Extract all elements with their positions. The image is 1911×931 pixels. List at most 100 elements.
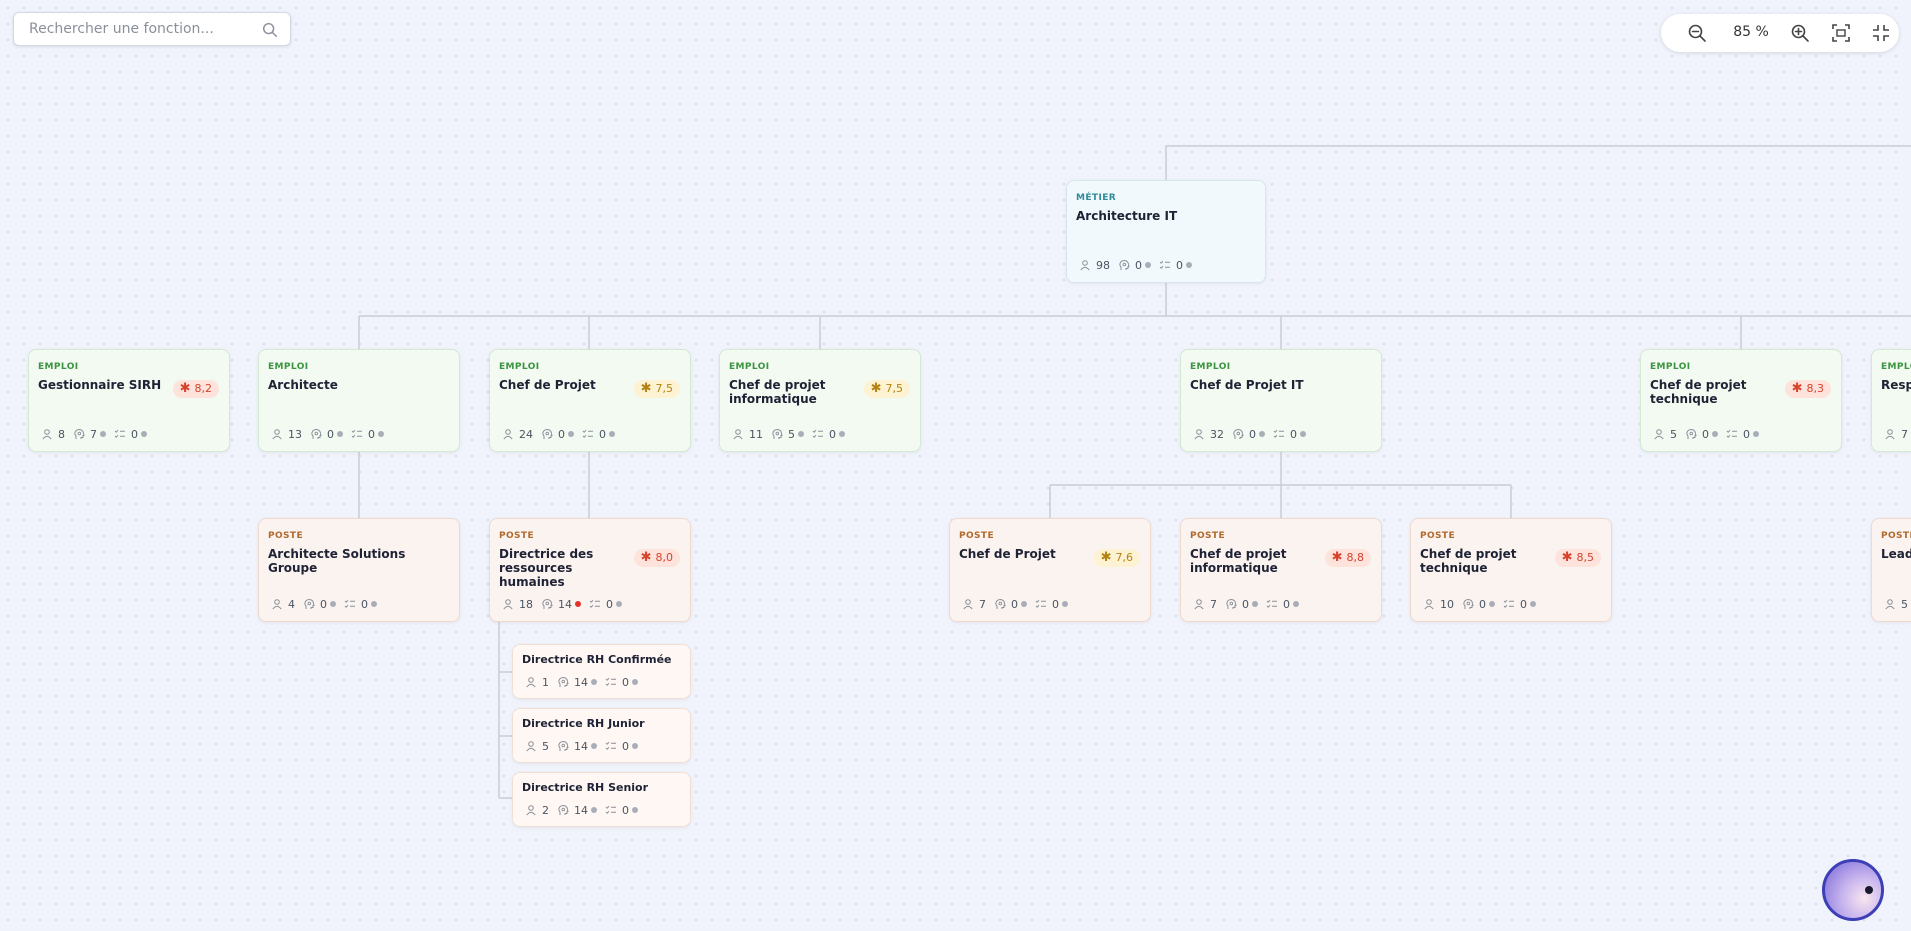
head-icon (1463, 598, 1474, 609)
emploi-card[interactable]: EMPLOI Architecte 13 0 0 (258, 349, 460, 452)
node-stats: 8 7 0 (41, 427, 155, 441)
score-badge: ✱ 8,8 (1324, 549, 1371, 567)
node-stats: 98 0 0 (1079, 258, 1200, 272)
asterisk-icon: ✱ (1331, 550, 1343, 565)
head-icon (542, 428, 553, 439)
node-stats: 24 0 0 (502, 427, 623, 441)
checklist-icon (1273, 429, 1284, 438)
head-icon (311, 428, 322, 439)
node-title: Architecte Solutions Groupe (268, 547, 406, 575)
poste-card[interactable]: POSTE Chef de Projet ✱ 7,6 7 0 0 (949, 518, 1151, 622)
node-stats: 18 14 0 (502, 597, 630, 611)
head-icon (1226, 598, 1237, 609)
checklist-icon (344, 599, 355, 608)
head-icon (558, 740, 569, 751)
emploi-card[interactable]: EMPLOI Gestionnaire SIRH ✱ 8,2 8 7 0 (28, 349, 230, 452)
asterisk-icon: ✱ (179, 381, 191, 396)
node-title: Directrice RH Confirmée (522, 653, 672, 666)
person-icon (42, 429, 52, 440)
zoom-in-icon[interactable] (1790, 23, 1810, 43)
checklist-icon (605, 677, 616, 686)
checklist-icon (812, 429, 823, 438)
checklist-icon (589, 599, 600, 608)
head-icon (772, 428, 783, 439)
emploi-card[interactable]: EMPLOI Chef de projet technique ✱ 8,3 5 0… (1640, 349, 1842, 452)
asterisk-icon: ✱ (1100, 550, 1112, 565)
sub-poste-card[interactable]: Directrice RH Senior 2 14 0 (512, 772, 691, 827)
person-icon (503, 599, 513, 610)
node-type-label: POSTE (1881, 531, 1911, 541)
person-icon (272, 429, 282, 440)
checklist-icon (582, 429, 593, 438)
function-search[interactable] (13, 12, 291, 46)
checklist-icon (1726, 429, 1737, 438)
emploi-card[interactable]: EMPLOI Chef de Projet ✱ 7,5 24 0 0 (489, 349, 691, 452)
node-type-label: EMPLOI (38, 362, 79, 372)
assistant-eye-icon (1865, 886, 1873, 894)
node-stats: 1 14 0 (525, 675, 646, 689)
node-title: Directrice RH Junior (522, 717, 645, 730)
person-icon (733, 429, 743, 440)
score-badge: ✱ 7,5 (633, 380, 680, 398)
poste-card[interactable]: POSTE Chef de projet technique ✱ 8,5 10 0… (1410, 518, 1612, 622)
person-icon (1080, 260, 1090, 271)
score-badge: ✱ 8,3 (1784, 380, 1831, 398)
head-icon (74, 428, 85, 439)
zoom-out-icon[interactable] (1687, 23, 1707, 43)
asterisk-icon: ✱ (640, 381, 652, 396)
node-title: Chef de projet informatique (1190, 547, 1287, 575)
checklist-icon (114, 429, 125, 438)
node-type-label: POSTE (499, 531, 535, 541)
score-badge: ✱ 7,6 (1093, 549, 1140, 567)
search-icon[interactable] (261, 21, 279, 39)
zoom-toolbar: 85 % (1661, 14, 1899, 52)
node-title: Directrice RH Senior (522, 781, 649, 794)
node-type-label: POSTE (1190, 531, 1226, 541)
person-icon (526, 805, 536, 816)
head-icon (1686, 428, 1697, 439)
poste-card[interactable]: POSTE Architecte Solutions Groupe 4 0 0 (258, 518, 460, 622)
collapse-icon[interactable] (1871, 23, 1891, 43)
emploi-card-partial[interactable]: EMPLOI Resp 7 (1871, 349, 1911, 452)
search-input[interactable] (27, 20, 251, 38)
alert-dot (575, 601, 581, 607)
node-stats: 10 0 0 (1423, 597, 1544, 611)
node-type-label: EMPLOI (1650, 362, 1691, 372)
node-type-label: EMPLOI (1881, 362, 1911, 372)
metier-card[interactable]: MÉTIER Architecture IT 98 0 0 (1066, 180, 1266, 283)
poste-card-partial[interactable]: POSTE Lead 5 (1871, 518, 1911, 622)
poste-card[interactable]: POSTE Directrice des ressources humaines… (489, 518, 691, 622)
assistant-avatar-button[interactable] (1822, 859, 1884, 921)
checklist-icon (1266, 599, 1277, 608)
person-icon (1885, 599, 1895, 610)
poste-card[interactable]: POSTE Chef de projet informatique ✱ 8,8 7… (1180, 518, 1382, 622)
node-title: Architecte (268, 378, 338, 392)
person-icon (1424, 599, 1434, 610)
org-chart-connectors (358, 145, 1911, 799)
node-title: Chef de projet technique (1650, 378, 1747, 406)
checklist-icon (605, 805, 616, 814)
head-icon (304, 598, 315, 609)
checklist-icon (1159, 260, 1170, 269)
emploi-card[interactable]: EMPLOI Chef de Projet IT 32 0 0 (1180, 349, 1382, 452)
checklist-icon (1503, 599, 1514, 608)
node-stats: 5 (1884, 597, 1911, 611)
head-icon (558, 804, 569, 815)
node-stats: 4 0 0 (271, 597, 385, 611)
emploi-card[interactable]: EMPLOI Chef de projet informatique ✱ 7,5 … (719, 349, 921, 452)
node-type-label: POSTE (1420, 531, 1456, 541)
node-title: Directrice des ressources humaines (499, 547, 594, 589)
node-title: Chef de projet technique (1420, 547, 1517, 575)
zoom-level: 85 % (1733, 24, 1769, 40)
asterisk-icon: ✱ (1561, 550, 1573, 565)
sub-poste-card[interactable]: Directrice RH Junior 5 14 0 (512, 708, 691, 763)
fit-to-screen-icon[interactable] (1831, 23, 1851, 43)
node-type-label: MÉTIER (1076, 193, 1117, 203)
score-badge: ✱ 8,2 (172, 380, 219, 398)
node-stats: 7 0 0 (1193, 597, 1307, 611)
person-icon (503, 429, 513, 440)
sub-poste-card[interactable]: Directrice RH Confirmée 1 14 0 (512, 644, 691, 699)
node-title: Lead (1881, 547, 1911, 561)
node-type-label: EMPLOI (729, 362, 770, 372)
score-badge: ✱ 8,5 (1554, 549, 1601, 567)
